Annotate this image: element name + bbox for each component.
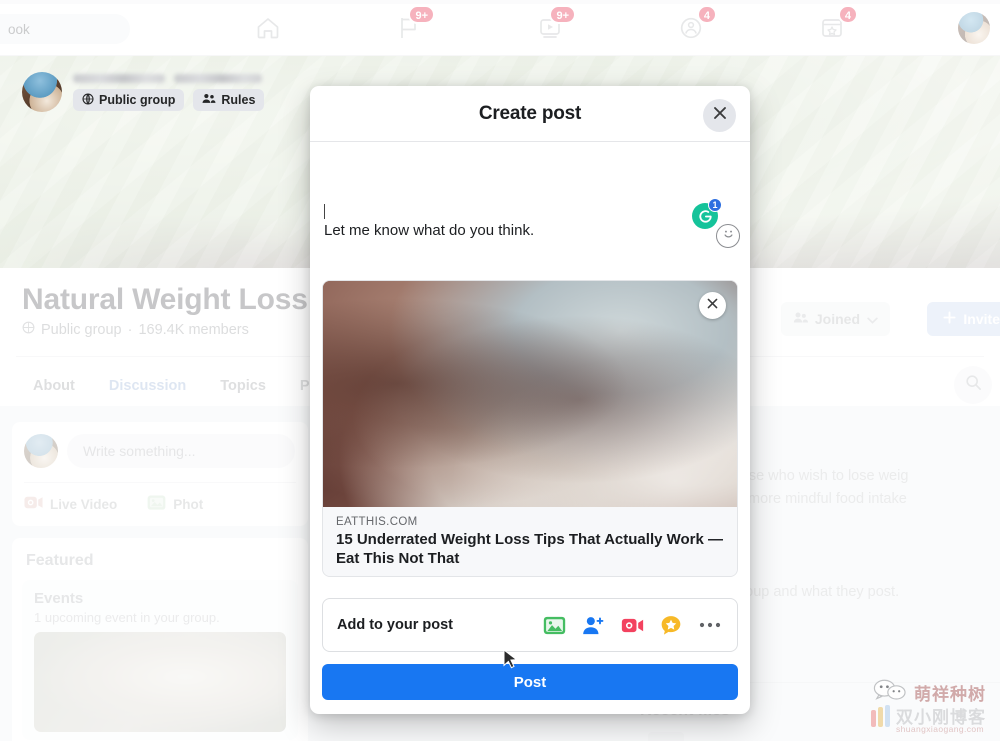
author-group-redacted: [174, 74, 262, 83]
watermark-url: shuangxiaogang.com: [895, 724, 984, 734]
text-caret: [324, 204, 325, 219]
remove-attachment-button[interactable]: [699, 292, 726, 319]
post-button[interactable]: Post: [322, 664, 738, 700]
add-to-post-label: Add to your post: [337, 617, 453, 633]
tag-people-icon[interactable]: [580, 612, 606, 638]
dialog-title: Create post: [478, 102, 582, 124]
photo-video-icon[interactable]: [541, 612, 567, 638]
author-name-redacted: [73, 74, 165, 83]
link-preview-title: 15 Underrated Weight Loss Tips That Actu…: [336, 531, 724, 567]
live-video-icon[interactable]: [619, 612, 645, 638]
author-meta: Public group Rules: [73, 72, 265, 112]
watermark-line-1: 萌祥种树: [873, 679, 986, 706]
mouse-cursor: [503, 648, 519, 676]
avatar[interactable]: [22, 72, 62, 112]
add-to-post-icons: [541, 612, 723, 638]
grammarly-icon[interactable]: 1: [692, 198, 722, 229]
dialog-header: Create post: [310, 86, 750, 142]
rules-chip-label: Rules: [221, 93, 256, 107]
smiley-icon: [720, 225, 737, 247]
watermark: 萌祥种树 双小刚博客 shuangxiaogang.com: [792, 679, 992, 737]
post-text-value: Let me know what do you think.: [324, 222, 535, 239]
rules-chip[interactable]: Rules: [193, 89, 265, 111]
globe-icon: [82, 92, 94, 108]
people-icon: [202, 93, 216, 107]
grammarly-badge: 1: [708, 198, 722, 212]
link-preview-info: EATTHIS.COM 15 Underrated Weight Loss Ti…: [323, 507, 737, 576]
link-preview-card: EATTHIS.COM 15 Underrated Weight Loss Ti…: [322, 280, 738, 577]
close-icon: [706, 297, 719, 315]
feeling-activity-icon[interactable]: [658, 612, 684, 638]
link-preview-image: [323, 281, 737, 509]
audience-chip-row: Public group Rules: [73, 89, 265, 111]
close-icon: [712, 105, 728, 126]
screen: Natural Weight Loss Suppor Public group …: [0, 0, 1000, 741]
emoji-button[interactable]: [716, 224, 740, 248]
post-author-row: Public group Rules: [22, 72, 265, 112]
audience-chip-label: Public group: [99, 93, 176, 107]
more-options-icon[interactable]: [697, 612, 723, 638]
add-to-post-bar: Add to your post: [322, 598, 738, 652]
logo-icon: [871, 704, 890, 727]
close-button[interactable]: [703, 99, 736, 132]
wechat-icon: [873, 679, 907, 706]
audience-chip[interactable]: Public group: [73, 89, 185, 111]
link-preview-domain: EATTHIS.COM: [336, 516, 418, 528]
watermark-text-1: 萌祥种树: [914, 685, 986, 704]
